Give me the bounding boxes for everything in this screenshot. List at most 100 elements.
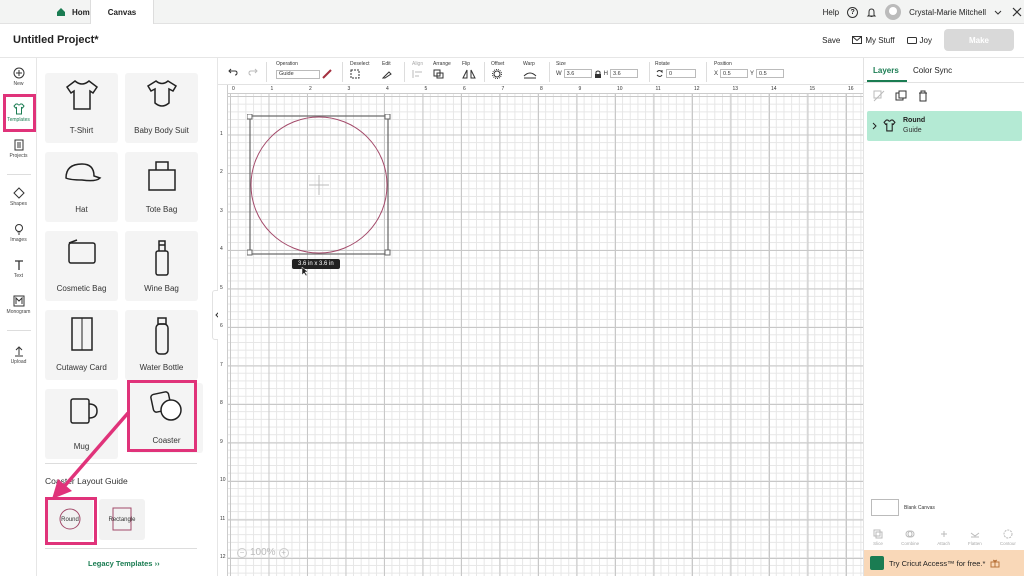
x-input[interactable]: 0.5 xyxy=(720,69,749,78)
layers-panel: Layers Color Sync Round Guide Blank Canv… xyxy=(863,58,1024,576)
templates-highlight-box xyxy=(3,94,36,132)
tab-layers[interactable]: Layers xyxy=(873,66,899,75)
arrange-group[interactable]: Arrange xyxy=(433,61,451,81)
template-wine-bag[interactable]: Wine Bag xyxy=(125,231,198,301)
nav-new[interactable]: New xyxy=(2,60,35,94)
duplicate-icon[interactable] xyxy=(895,90,907,102)
ruler-tick-label: 1 xyxy=(270,86,274,92)
zoom-in-button[interactable]: + xyxy=(278,547,289,558)
help-icon[interactable]: ? xyxy=(847,6,859,18)
undo-icon[interactable] xyxy=(228,68,238,76)
card-icon xyxy=(70,317,93,351)
guide-rectangle[interactable]: Rectangle xyxy=(99,499,145,540)
cricut-access-banner[interactable]: Try Cricut Access™ for free.* xyxy=(864,550,1024,576)
y-input[interactable]: 0.5 xyxy=(756,69,785,78)
template-tshirt[interactable]: T-Shirt xyxy=(45,73,118,143)
operation-select[interactable]: Guide xyxy=(276,69,320,79)
offset-group[interactable]: Offset xyxy=(491,61,505,81)
tab-canvas[interactable]: Canvas xyxy=(90,0,154,24)
trash-icon[interactable] xyxy=(917,90,929,102)
lock-icon[interactable] xyxy=(594,70,602,78)
gift-icon xyxy=(990,559,1000,568)
flatten-button[interactable]: Flatten xyxy=(968,529,982,546)
align-group[interactable]: Align xyxy=(412,61,426,81)
rotate-input[interactable]: 0 xyxy=(666,69,696,78)
ungroup-icon[interactable] xyxy=(873,90,885,102)
my-stuff-button[interactable]: My Stuff xyxy=(852,36,895,45)
toolbar-divider xyxy=(342,62,343,82)
nav-upload[interactable]: Upload xyxy=(2,338,35,372)
hat-icon xyxy=(64,163,101,182)
ruler-tick-label: 9 xyxy=(578,86,582,92)
height-input[interactable]: 3.6 xyxy=(610,69,639,78)
ruler-tick-label: 5 xyxy=(424,86,428,92)
ruler-tick-label: 11 xyxy=(655,86,661,92)
position-group: Position X 0.5 Y 0.5 xyxy=(714,61,785,78)
offset-icon xyxy=(492,69,502,79)
chevron-down-icon[interactable] xyxy=(994,8,1002,16)
annotation-arrow xyxy=(52,411,130,499)
user-name[interactable]: Crystal-Marie Mitchell xyxy=(909,8,986,17)
chevron-right-icon[interactable] xyxy=(872,122,878,130)
toolbar-divider xyxy=(649,62,650,82)
attach-button[interactable]: Attach xyxy=(937,529,950,546)
template-baby-body-suit[interactable]: Baby Body Suit xyxy=(125,73,198,143)
nav-shapes[interactable]: Shapes xyxy=(2,180,35,214)
avatar[interactable] xyxy=(885,4,902,20)
tab-color-sync[interactable]: Color Sync xyxy=(913,66,952,75)
save-button[interactable]: Save xyxy=(822,36,840,45)
bell-icon[interactable] xyxy=(866,7,877,18)
rotate-group: Rotate 0 xyxy=(655,61,696,78)
x-label: X xyxy=(714,70,719,77)
tab-home[interactable]: Home xyxy=(56,0,94,24)
arrange-label: Arrange xyxy=(433,61,451,67)
tote-bag-icon xyxy=(147,161,176,191)
width-input[interactable]: 3.6 xyxy=(563,69,592,78)
access-banner-text: Try Cricut Access™ for free.* xyxy=(889,558,986,568)
nav-upload-label: Upload xyxy=(10,359,27,365)
warp-group[interactable]: Warp xyxy=(523,61,539,81)
nav-monogram[interactable]: Monogram xyxy=(2,288,35,322)
combine-button[interactable]: Combine xyxy=(901,529,919,546)
projects-icon xyxy=(14,139,23,151)
pen-color-icon[interactable] xyxy=(322,69,332,79)
slice-icon xyxy=(873,529,883,538)
close-icon[interactable] xyxy=(1010,5,1024,19)
ruler-tick-label: 4 xyxy=(220,246,223,252)
template-cutaway-card[interactable]: Cutaway Card xyxy=(45,310,118,380)
contour-button[interactable]: Contour xyxy=(1000,529,1016,546)
deselect-group[interactable]: Deselect xyxy=(350,61,369,81)
guide-label: Rectangle xyxy=(108,516,136,523)
monogram-icon xyxy=(13,295,24,307)
template-hat[interactable]: Hat xyxy=(45,152,118,222)
operation-label: Operation xyxy=(276,61,298,67)
joy-button[interactable]: Joy xyxy=(906,36,932,45)
make-button[interactable]: Make xyxy=(944,29,1014,51)
project-bar: Untitled Project* Save My Stuff Joy Make xyxy=(0,24,1024,58)
slice-button[interactable]: Slice xyxy=(873,529,883,546)
zoom-out-button[interactable]: − xyxy=(237,547,247,558)
nav-text[interactable]: Text xyxy=(2,252,35,286)
warp-icon xyxy=(523,72,537,79)
redo-icon[interactable] xyxy=(248,68,258,76)
nav-projects[interactable]: Projects xyxy=(2,132,35,166)
selected-round-guide[interactable] xyxy=(247,114,391,256)
toolbar-divider xyxy=(484,62,485,82)
edit-group[interactable]: Edit xyxy=(381,61,396,81)
legacy-templates-link[interactable]: Legacy Templates ›› xyxy=(88,559,160,568)
ruler-tick-label: 7 xyxy=(501,86,505,92)
ruler-tick-label: 12 xyxy=(694,86,700,92)
blank-canvas-swatch[interactable] xyxy=(871,499,899,516)
template-water-bottle[interactable]: Water Bottle xyxy=(125,310,198,380)
bulb-icon xyxy=(14,224,23,235)
ruler-tick-label: 2 xyxy=(309,86,312,92)
flip-group[interactable]: Flip xyxy=(462,61,476,81)
nav-images[interactable]: Images xyxy=(2,216,35,250)
template-cosmetic-bag[interactable]: Cosmetic Bag xyxy=(45,231,118,301)
layer-row-round[interactable]: Round Guide xyxy=(867,111,1022,141)
help-label[interactable]: Help xyxy=(823,8,839,17)
tshirt-icon xyxy=(883,119,896,132)
design-canvas[interactable]: 0 1 2 3 4 5 6 7 8 9 10 11 12 13 14 15 16 1 2 3 4 5 6 7 8 9 10 11 12 xyxy=(218,85,863,576)
template-tote-bag[interactable]: Tote Bag xyxy=(125,152,198,222)
template-label: Hat xyxy=(75,205,88,214)
